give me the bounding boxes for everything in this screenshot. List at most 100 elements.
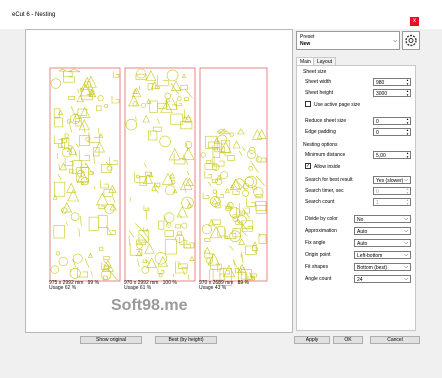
origin-point-row: Origin point Left-bottom ⌵ [305, 251, 413, 259]
search-count-input[interactable]: 1 ▲ ▼ [373, 198, 411, 206]
nested-shape [223, 235, 229, 239]
nested-shape [96, 192, 109, 206]
search-timer-row: Search timer, sec 0 ▲ ▼ [305, 187, 413, 195]
ok-button[interactable]: OK [333, 336, 363, 344]
nested-shape [66, 182, 77, 193]
spinner-arrows-icon[interactable]: ▲ ▼ [406, 89, 409, 97]
edge-padding-label: Edge padding [305, 129, 336, 135]
search-count-row: Search count 1 ▲ ▼ [305, 198, 413, 206]
spinner-arrows-icon[interactable]: ▲ ▼ [406, 128, 409, 136]
divide-color-value: No [357, 217, 364, 223]
best-by-height-button[interactable]: Best (by height) [155, 336, 217, 344]
min-distance-label: Minimum distance [305, 152, 346, 158]
nested-shape [94, 141, 105, 153]
nested-shape [137, 259, 140, 268]
nested-shape [157, 102, 167, 109]
nested-shape [255, 201, 267, 211]
show-original-button[interactable]: Show original [80, 336, 142, 344]
nested-shape [185, 89, 193, 99]
nested-shape [164, 239, 177, 255]
allow-inside-checkbox[interactable]: ✓ [305, 163, 311, 169]
nested-shape [79, 150, 90, 161]
nested-shape [166, 69, 179, 82]
nested-shape [52, 194, 58, 200]
apply-button[interactable]: Apply [294, 336, 330, 344]
nested-shape [217, 226, 225, 237]
nested-shape [232, 259, 238, 268]
nested-shape [163, 212, 175, 223]
search-timer-input[interactable]: 0 ▲ ▼ [373, 187, 411, 195]
nested-shape [183, 237, 195, 249]
spinner-arrows-icon[interactable]: ▲ ▼ [406, 78, 409, 86]
nested-shape [145, 258, 151, 264]
nested-shape [93, 153, 95, 164]
nested-shape [64, 157, 74, 167]
nested-shape [64, 133, 69, 138]
spinner-arrows-icon[interactable]: ▲ ▼ [406, 117, 409, 125]
nested-shape [203, 246, 211, 254]
search-timer-label: Search timer, sec [305, 188, 344, 194]
nested-shape [98, 133, 104, 138]
nested-shape [242, 189, 249, 197]
spinner-arrows-icon[interactable]: ▲ ▼ [406, 187, 409, 195]
nested-sheet [49, 67, 121, 282]
nested-shape [246, 198, 256, 207]
nested-shape [68, 95, 75, 100]
origin-point-select[interactable]: Left-bottom ⌵ [354, 251, 411, 259]
angle-count-select[interactable]: 24 ⌵ [354, 275, 411, 283]
nested-shape [184, 97, 189, 101]
sheet-1-caption: 975 x 2992 mm 99 % Usage 62 % [49, 281, 99, 291]
nested-shape [181, 268, 186, 276]
spinner-arrows-icon[interactable]: ▲ ▼ [406, 198, 409, 206]
sheet-width-input[interactable]: 980 ▲ ▼ [373, 78, 411, 86]
nested-shape [204, 170, 213, 179]
sheet-width-value: 980 [376, 80, 385, 86]
edge-padding-input[interactable]: 0 ▲ ▼ [373, 128, 411, 136]
sheet-height-input[interactable]: 3000 ▲ ▼ [373, 89, 411, 97]
nested-shape [125, 118, 138, 131]
nesting-preview[interactable]: 975 x 2992 mm 99 % Usage 62 % 970 x 2992… [25, 29, 293, 333]
nested-shape [84, 258, 90, 268]
nested-shape [183, 182, 187, 193]
search-best-row: Search for best result Yes (slower) ⌵ [305, 176, 413, 184]
gear-icon[interactable] [402, 31, 420, 50]
nested-shape [237, 263, 247, 273]
close-icon[interactable]: x [410, 17, 419, 26]
nested-shape [157, 267, 165, 274]
preset-label: Preset [300, 34, 315, 40]
fix-angle-value: Auto [357, 241, 368, 247]
edge-padding-value: 0 [376, 130, 379, 136]
use-active-page-row: Use active page size [305, 101, 413, 109]
approximation-select[interactable]: Auto ⌵ [354, 227, 411, 235]
nested-shape [58, 143, 63, 149]
nested-shape [76, 94, 84, 103]
preset-dropdown[interactable]: Preset New ⌵ [296, 31, 400, 50]
fix-angle-label: Fix angle [305, 240, 326, 246]
spinner-arrows-icon[interactable]: ▲ ▼ [406, 151, 409, 159]
nested-shape [93, 185, 96, 190]
search-count-label: Search count [305, 199, 335, 205]
divide-color-label: Divide by color [305, 216, 338, 222]
allow-inside-label: Allow inside [314, 164, 341, 170]
nested-shape [229, 132, 234, 137]
nested-shape [104, 103, 109, 108]
reduce-sheet-input[interactable]: 0 ▲ ▼ [373, 117, 411, 125]
nested-shape [103, 189, 113, 197]
fix-angle-select[interactable]: Auto ⌵ [354, 239, 411, 247]
title-bar: eCut 6 - Nesting x [0, 0, 442, 29]
fit-shapes-label: Fit shapes [305, 264, 329, 270]
search-best-select[interactable]: Yes (slower) ⌵ [373, 176, 411, 184]
min-distance-input[interactable]: 5,00 ▲ ▼ [373, 151, 411, 159]
nested-shape [176, 205, 188, 218]
fit-shapes-select[interactable]: Bottom (best) ⌵ [354, 263, 411, 271]
nested-shape [241, 251, 244, 264]
fit-shapes-row: Fit shapes Bottom (best) ⌵ [305, 263, 413, 271]
nested-shape [145, 70, 157, 81]
search-count-value: 1 [376, 200, 379, 206]
cancel-button[interactable]: Cancel [370, 336, 420, 344]
divide-color-select[interactable]: No ⌵ [354, 215, 411, 223]
nested-shape [164, 230, 174, 237]
sheet-usage: Usage 62 % [49, 285, 77, 291]
use-active-page-checkbox[interactable] [305, 101, 311, 107]
nested-shape [88, 132, 100, 143]
